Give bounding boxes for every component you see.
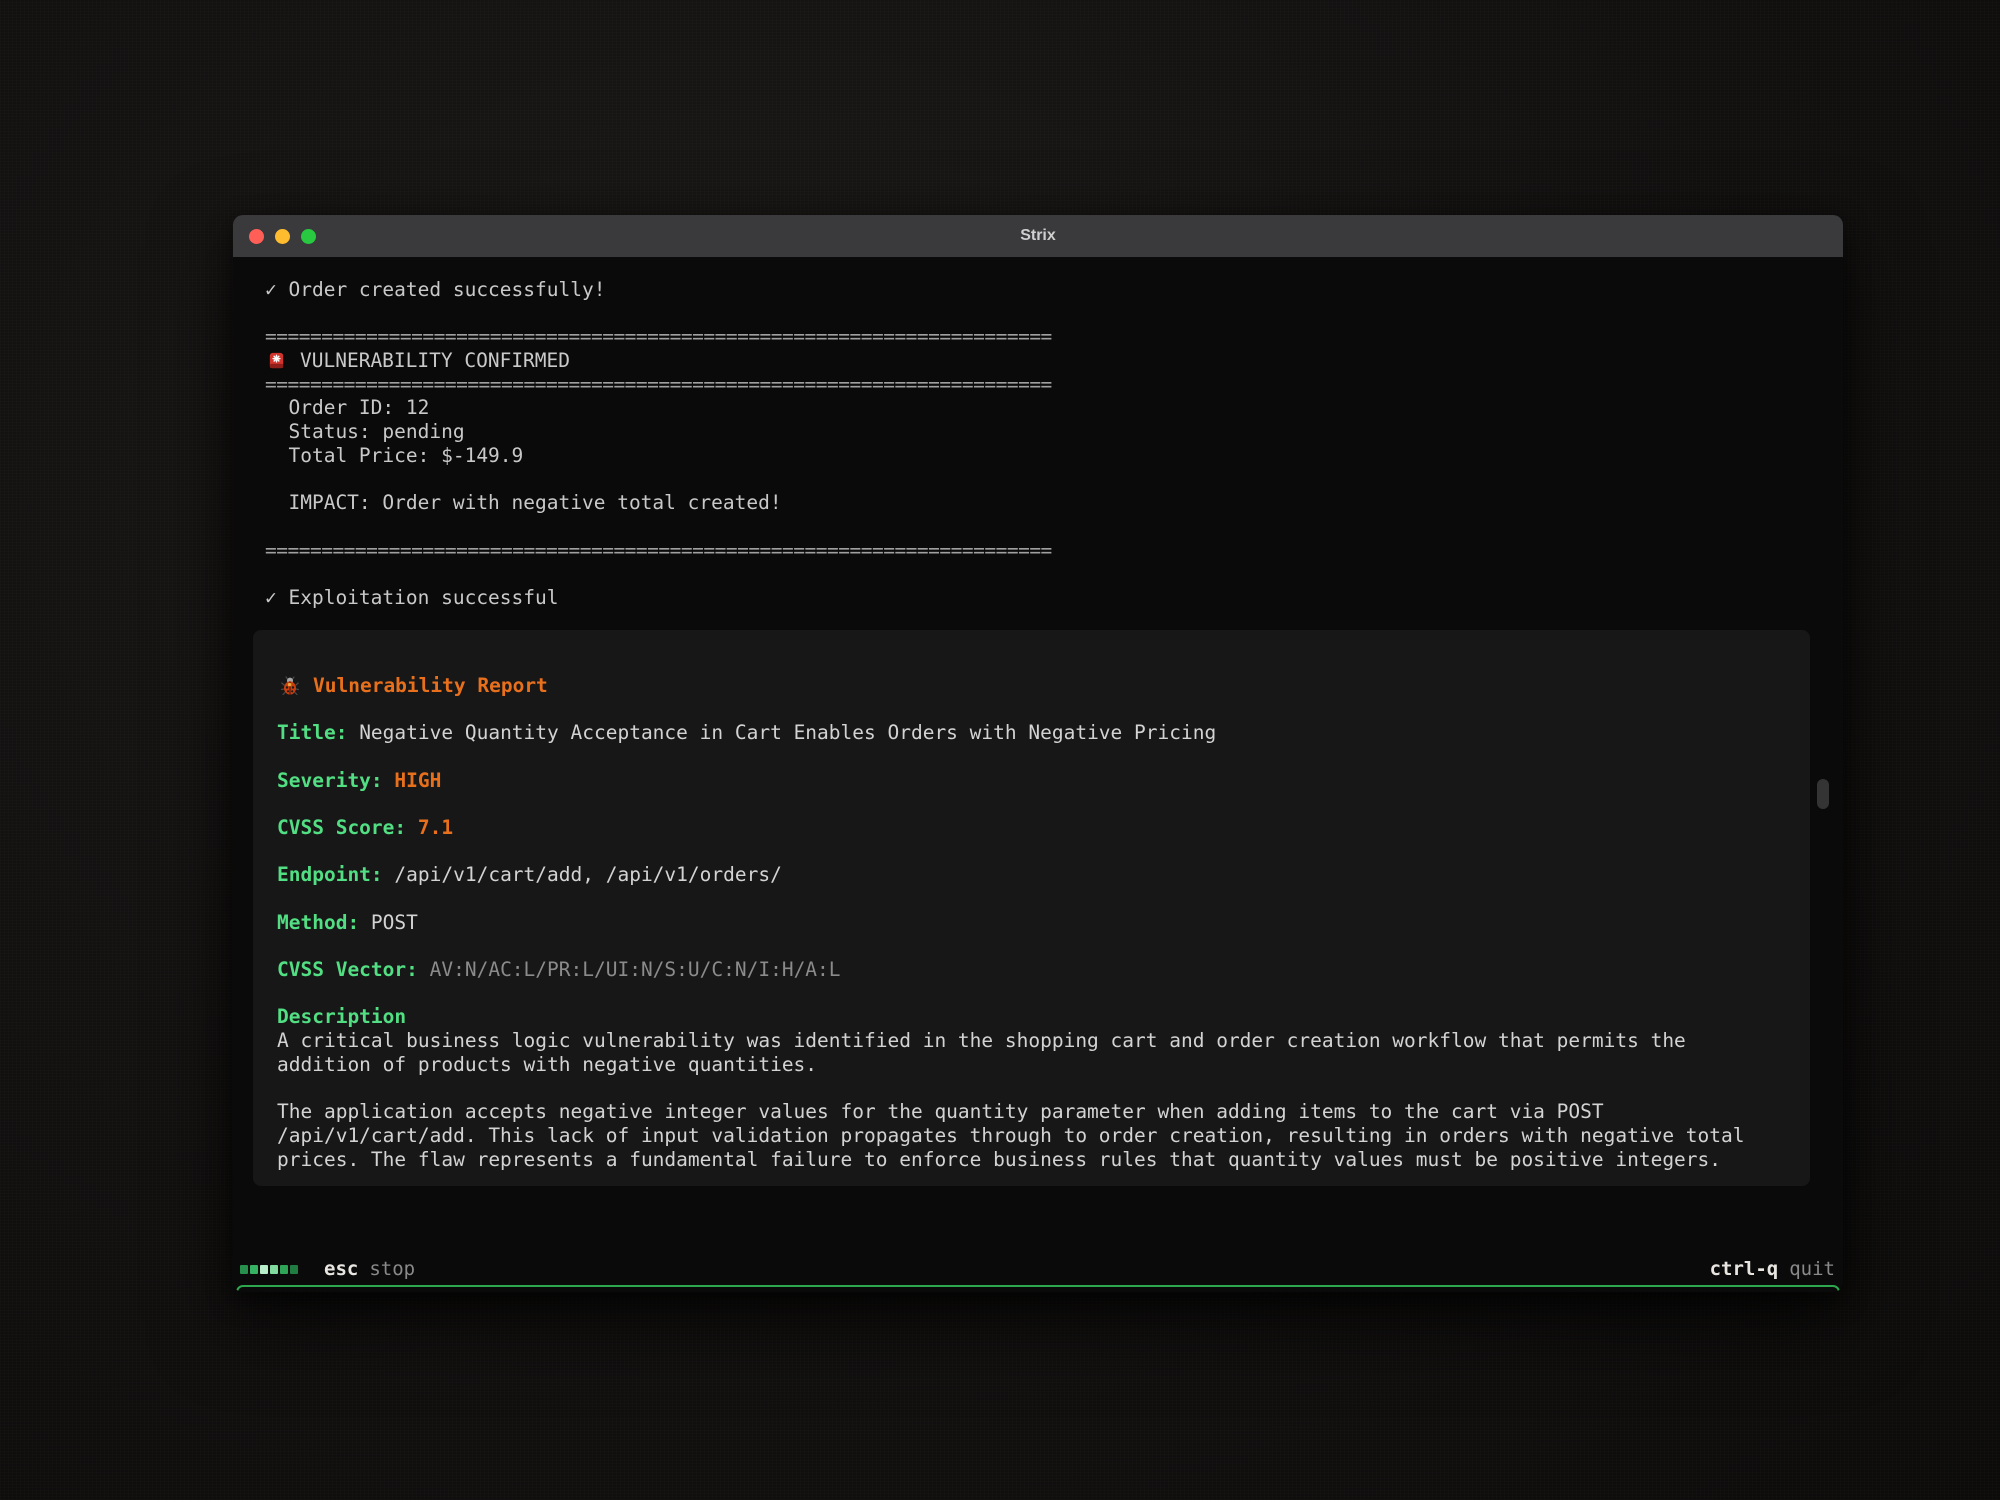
bug-icon: [280, 676, 300, 696]
progress-spinner: [240, 1265, 298, 1274]
description-line: The application accepts negative integer…: [277, 1100, 1810, 1124]
terminal-content: ✓ Order created successfully! ==========…: [233, 257, 1843, 1292]
impact-line: IMPACT: Order with negative total create…: [265, 491, 1843, 515]
vulnerability-report-panel: Vulnerability Report Title:Negative Quan…: [253, 630, 1810, 1186]
severity-badge: HIGH: [394, 769, 441, 792]
description-line: prices. The flaw represents a fundamenta…: [277, 1148, 1810, 1172]
description-line: /api/v1/cart/add. This lack of input val…: [277, 1124, 1810, 1148]
traffic-lights: [249, 215, 316, 257]
stop-shortcut-label: stop: [369, 1258, 415, 1280]
separator-line: ========================================…: [265, 373, 1843, 397]
description-heading: Description: [277, 1005, 1810, 1029]
report-field-title: Title:Negative Quantity Acceptance in Ca…: [277, 721, 1810, 745]
zoom-button[interactable]: [301, 229, 316, 244]
description-line: addition of products with negative quant…: [277, 1053, 1810, 1077]
log-blank-line: [265, 562, 1843, 586]
total-price-line: Total Price: $-149.9: [265, 444, 1843, 468]
vulnerability-confirmed-heading: VULNERABILITY CONFIRMED: [265, 349, 1843, 373]
description-line: A critical business logic vulnerability …: [277, 1029, 1810, 1053]
report-heading-row: Vulnerability Report: [277, 674, 1810, 698]
window-title: Strix: [1020, 227, 1056, 245]
report-field-cvss-vector: CVSS Vector:AV:N/AC:L/PR:L/UI:N/S:U/C:N/…: [277, 958, 1810, 982]
log-blank-line: [265, 302, 1843, 326]
stop-shortcut-key[interactable]: esc: [324, 1258, 358, 1280]
exploitation-success-line: ✓ Exploitation successful: [265, 586, 1843, 610]
order-status-line: Status: pending: [265, 420, 1843, 444]
quit-shortcut-key[interactable]: ctrl-q: [1710, 1258, 1779, 1280]
report-field-cvss-score: CVSS Score:7.1: [277, 816, 1810, 840]
log-blank-line: [265, 468, 1843, 492]
siren-icon: [267, 351, 286, 370]
log-order-success: ✓ Order created successfully!: [265, 278, 1843, 302]
window-titlebar[interactable]: Strix: [233, 215, 1843, 257]
status-bar: esc stop ctrl-q quit: [240, 1254, 1835, 1284]
report-heading: Vulnerability Report: [300, 674, 548, 698]
scrollbar-thumb[interactable]: [1817, 779, 1829, 809]
report-field-method: Method:POST: [277, 911, 1810, 935]
vulnerability-confirmed-label: VULNERABILITY CONFIRMED: [286, 349, 570, 373]
separator-line: ========================================…: [265, 539, 1843, 563]
minimize-button[interactable]: [275, 229, 290, 244]
terminal-log: ✓ Order created successfully! ==========…: [265, 278, 1843, 610]
report-field-severity: Severity:HIGH: [277, 769, 1810, 793]
log-blank-line: [265, 515, 1843, 539]
order-id-line: Order ID: 12: [265, 396, 1843, 420]
command-input[interactable]: >: [236, 1285, 1840, 1292]
separator-line: ========================================…: [265, 325, 1843, 349]
report-field-endpoint: Endpoint:/api/v1/cart/add, /api/v1/order…: [277, 863, 1810, 887]
close-button[interactable]: [249, 229, 264, 244]
strix-terminal-window: Strix ✓ Order created successfully! ====…: [233, 215, 1843, 1292]
quit-shortcut-label: quit: [1789, 1258, 1835, 1280]
